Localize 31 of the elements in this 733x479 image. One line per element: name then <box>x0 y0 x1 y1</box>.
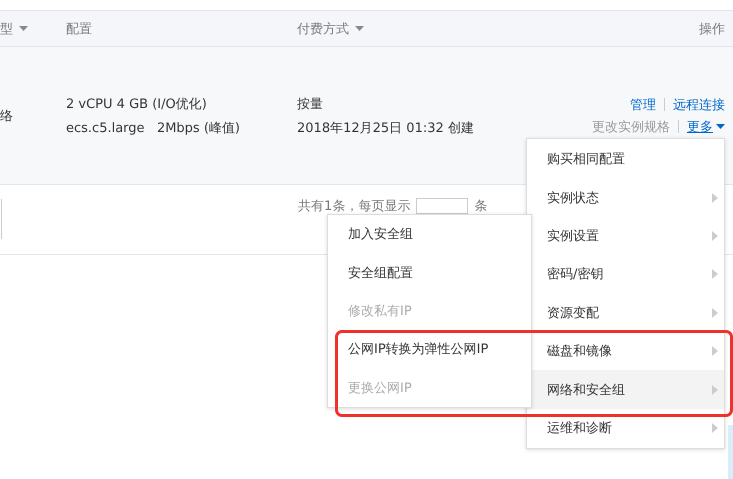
submenu-arrow-icon <box>712 192 718 203</box>
menu-item[interactable]: 运维和诊断 <box>527 408 724 448</box>
pager-text: 共有1条，每页显示 <box>298 198 410 215</box>
sort-caret-icon[interactable] <box>355 26 364 31</box>
column-header: 配置 <box>66 20 92 38</box>
submenu-arrow-icon <box>712 230 718 241</box>
scrollbar-edge <box>728 425 733 479</box>
page-size-field[interactable] <box>416 198 468 214</box>
submenu-arrow-icon <box>712 422 718 433</box>
table-cell-text: 2 vCPU 4 GB (I/O优化) <box>66 96 208 112</box>
table-cell-text: 2018年12月25日 01:32 创建 <box>297 120 475 136</box>
action-link[interactable]: 更多 <box>687 118 725 136</box>
menu-item[interactable]: 实例状态 <box>527 178 724 217</box>
action-link[interactable]: 远程连接 <box>673 96 725 114</box>
submenu-arrow-icon <box>712 269 718 280</box>
submenu-arrow-icon <box>712 308 718 318</box>
menu-item[interactable]: 购买相同配置 <box>527 140 724 178</box>
menu-item[interactable]: 网络和安全组 <box>527 370 724 409</box>
table-cell: 络 <box>0 108 13 124</box>
column-header: 操作 <box>699 20 725 38</box>
column-header[interactable]: 型 <box>0 20 13 38</box>
action-link[interactable]: 管理 <box>630 96 656 114</box>
column-header[interactable]: 付费方式 <box>297 20 349 38</box>
table-cell-text: ecs.c5.large 2Mbps (峰值) <box>66 120 241 136</box>
menu-item[interactable]: 磁盘和镜像 <box>527 332 724 370</box>
submenu-arrow-icon <box>712 384 718 395</box>
submenu-arrow-icon <box>712 346 718 356</box>
table-cell-text: 按量 <box>297 96 324 112</box>
pager-text: 条 <box>474 198 488 215</box>
caret-icon <box>716 124 725 129</box>
sort-caret-icon[interactable] <box>19 26 28 31</box>
